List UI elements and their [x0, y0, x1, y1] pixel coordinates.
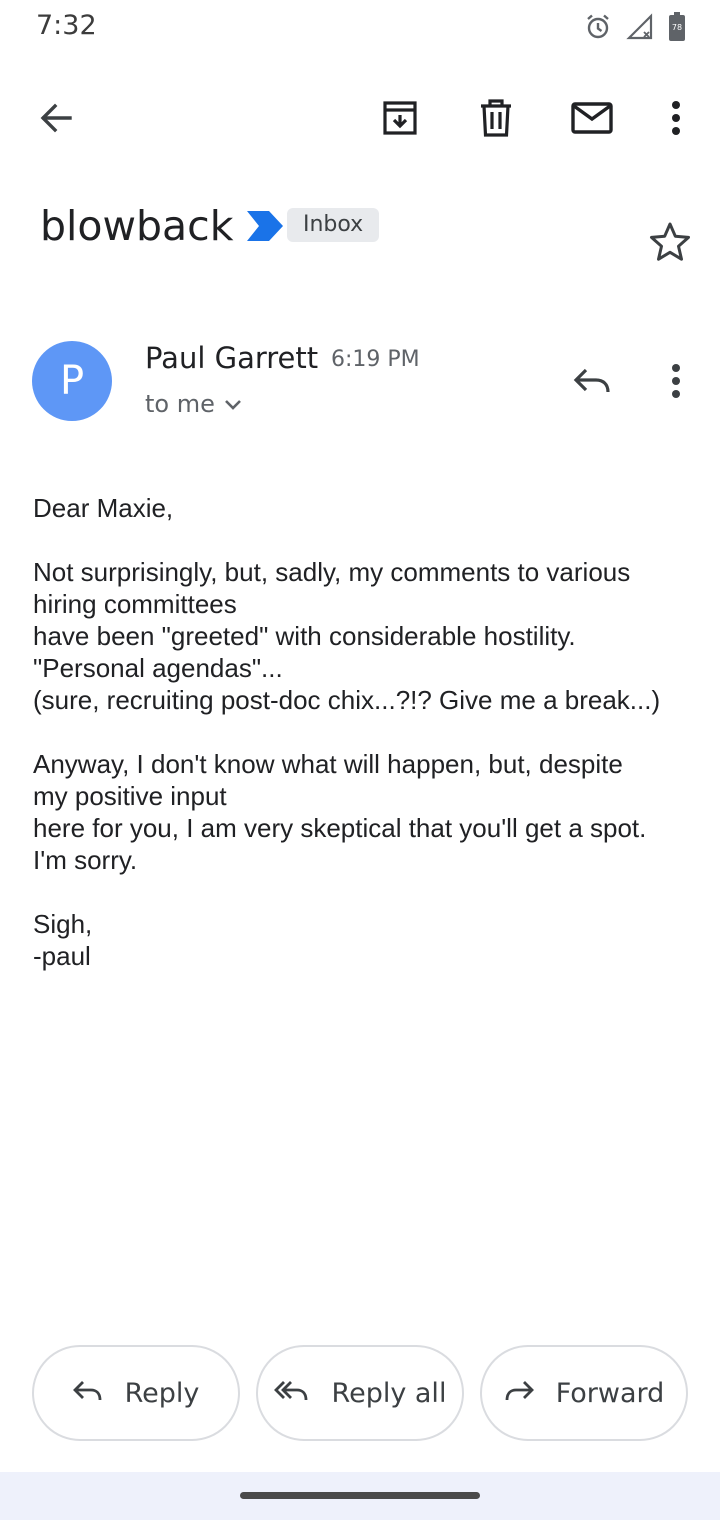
email-subject: blowback: [40, 202, 234, 250]
message-header: P Paul Garrett 6:19 PM to me: [32, 336, 692, 432]
delete-button[interactable]: [464, 80, 528, 156]
reply-all-label: Reply all: [331, 1377, 447, 1409]
sent-time: 6:19 PM: [331, 347, 420, 372]
mark-unread-icon: [571, 102, 613, 134]
body-paragraph: Not surprisingly, but, sadly, my comment…: [33, 557, 661, 715]
recipients-toggle[interactable]: to me: [145, 388, 243, 420]
signal-off-icon: [626, 13, 654, 41]
archive-icon: [381, 99, 419, 137]
system-nav-bar: [0, 1472, 720, 1520]
home-gesture-handle[interactable]: [240, 1492, 480, 1499]
battery-icon: 78: [668, 12, 686, 42]
mark-unread-button[interactable]: [560, 80, 624, 156]
delete-icon: [479, 99, 513, 137]
status-bar: 7:32 78: [0, 0, 720, 56]
reply-button[interactable]: Reply: [32, 1345, 240, 1441]
back-button[interactable]: [24, 80, 88, 156]
reply-all-button[interactable]: Reply all: [256, 1345, 464, 1441]
archive-button[interactable]: [368, 80, 432, 156]
top-toolbar: [0, 80, 720, 156]
message-more-button[interactable]: [652, 358, 700, 408]
sender-name: Paul Garrett: [145, 341, 319, 375]
reply-icon-button[interactable]: [564, 358, 620, 408]
chevron-down-icon: [223, 388, 243, 420]
reply-icon: [573, 367, 611, 400]
more-vert-icon: [671, 101, 681, 135]
forward-button[interactable]: Forward: [480, 1345, 688, 1441]
body-paragraph: Anyway, I don't know what will happen, b…: [33, 749, 647, 875]
action-buttons: Reply Reply all Forward: [32, 1345, 688, 1441]
back-arrow-icon: [38, 100, 74, 136]
recipients-text: to me: [145, 390, 215, 418]
label-chip-inbox[interactable]: Inbox: [287, 208, 380, 242]
importance-marker-icon[interactable]: [247, 211, 283, 246]
more-options-button[interactable]: [644, 80, 708, 156]
status-icons: 78: [584, 12, 686, 42]
body-paragraph: Sigh, -paul: [33, 909, 93, 971]
reply-all-icon: [273, 1378, 310, 1409]
forward-label: Forward: [555, 1377, 665, 1409]
star-icon: [648, 222, 692, 268]
alarm-icon: [584, 13, 612, 41]
subject-row: blowback Inbox: [40, 198, 680, 258]
star-button[interactable]: [648, 220, 692, 264]
status-time: 7:32: [36, 10, 97, 41]
battery-level-text: 78: [672, 23, 682, 32]
email-body: Dear Maxie, Not surprisingly, but, sadly…: [33, 492, 693, 1004]
forward-icon: [504, 1378, 534, 1409]
reply-icon: [72, 1378, 103, 1409]
more-vert-icon: [671, 363, 681, 403]
reply-label: Reply: [124, 1377, 200, 1409]
avatar[interactable]: P: [32, 341, 112, 421]
body-paragraph: Dear Maxie,: [33, 493, 174, 523]
